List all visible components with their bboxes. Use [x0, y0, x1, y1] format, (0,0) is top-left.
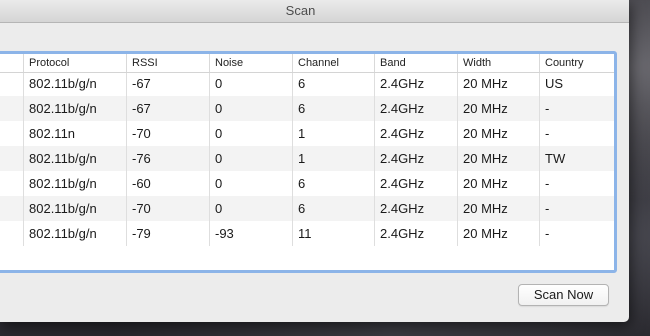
table-cell-channel: 6 [293, 196, 375, 221]
table-cell-country: - [540, 196, 614, 221]
table-cell-band: 2.4GHz [375, 221, 458, 246]
table-header: Protocol RSSI Noise Channel Band Width Country [0, 54, 614, 73]
table-cell-hidden [0, 196, 24, 221]
table-cell-hidden [0, 96, 24, 121]
table-cell-rssi: -70 [127, 121, 210, 146]
table-cell-country: - [540, 121, 614, 146]
table-cell-rssi: -76 [127, 146, 210, 171]
table-cell-hidden [0, 171, 24, 196]
table-cell-country: - [540, 96, 614, 121]
table-cell-hidden [0, 146, 24, 171]
table-cell-width: 20 MHz [458, 221, 540, 246]
table-cell-band: 2.4GHz [375, 96, 458, 121]
table-cell-hidden [0, 71, 24, 96]
table-row[interactable]: 802.11b/g/n -60 0 6 2.4GHz 20 MHz - [0, 171, 614, 196]
table-row[interactable]: 802.11b/g/n -76 0 1 2.4GHz 20 MHz TW [0, 146, 614, 171]
scan-now-button[interactable]: Scan Now [518, 284, 609, 306]
table-cell-noise: 0 [210, 196, 293, 221]
table-row[interactable]: 802.11n -70 0 1 2.4GHz 20 MHz - [0, 121, 614, 146]
table-cell-rssi: -79 [127, 221, 210, 246]
table-cell-protocol: 802.11b/g/n [24, 221, 127, 246]
column-header-band[interactable]: Band [375, 54, 458, 72]
table-cell-rssi: -70 [127, 196, 210, 221]
table-cell-width: 20 MHz [458, 121, 540, 146]
table-row[interactable]: 802.11b/g/n -67 0 6 2.4GHz 20 MHz US [0, 71, 614, 96]
column-header-country[interactable]: Country [540, 54, 614, 72]
table-cell-channel: 6 [293, 71, 375, 96]
table-cell-band: 2.4GHz [375, 171, 458, 196]
table-cell-noise: 0 [210, 71, 293, 96]
window-titlebar[interactable]: Scan [0, 0, 629, 23]
table-cell-country: - [540, 171, 614, 196]
table-cell-protocol: 802.11b/g/n [24, 71, 127, 96]
column-header-hidden [0, 54, 24, 72]
table-cell-width: 20 MHz [458, 196, 540, 221]
table-cell-country: TW [540, 146, 614, 171]
table-cell-noise: -93 [210, 221, 293, 246]
table-cell-width: 20 MHz [458, 146, 540, 171]
table-cell-protocol: 802.11b/g/n [24, 171, 127, 196]
column-header-noise[interactable]: Noise [210, 54, 293, 72]
table-cell-rssi: -60 [127, 171, 210, 196]
table-cell-channel: 11 [293, 221, 375, 246]
table-cell-width: 20 MHz [458, 96, 540, 121]
column-header-rssi[interactable]: RSSI [127, 54, 210, 72]
table-cell-protocol: 802.11n [24, 121, 127, 146]
table-cell-noise: 0 [210, 146, 293, 171]
table-cell-protocol: 802.11b/g/n [24, 96, 127, 121]
table-cell-channel: 1 [293, 121, 375, 146]
window-title: Scan [285, 3, 316, 18]
table-cell-channel: 6 [293, 96, 375, 121]
scan-results-table[interactable]: Protocol RSSI Noise Channel Band Width Country… [0, 51, 617, 273]
column-header-width[interactable]: Width [458, 54, 540, 72]
table-cell-noise: 0 [210, 96, 293, 121]
table-cell-hidden [0, 221, 24, 246]
table-cell-country: - [540, 221, 614, 246]
table-cell-channel: 6 [293, 171, 375, 196]
table-cell-country: US [540, 71, 614, 96]
table-cell-noise: 0 [210, 121, 293, 146]
table-cell-hidden [0, 121, 24, 146]
table-row[interactable]: 802.11b/g/n -67 0 6 2.4GHz 20 MHz - [0, 96, 614, 121]
table-row[interactable]: 802.11b/g/n -79 -93 11 2.4GHz 20 MHz - [0, 221, 614, 246]
table-cell-protocol: 802.11b/g/n [24, 146, 127, 171]
table-cell-band: 2.4GHz [375, 71, 458, 96]
table-cell-band: 2.4GHz [375, 121, 458, 146]
column-header-channel[interactable]: Channel [293, 54, 375, 72]
table-cell-channel: 1 [293, 146, 375, 171]
table-cell-rssi: -67 [127, 71, 210, 96]
table-cell-rssi: -67 [127, 96, 210, 121]
column-header-protocol[interactable]: Protocol [24, 54, 127, 72]
table-cell-width: 20 MHz [458, 171, 540, 196]
table-cell-width: 20 MHz [458, 71, 540, 96]
table-cell-protocol: 802.11b/g/n [24, 196, 127, 221]
table-cell-band: 2.4GHz [375, 146, 458, 171]
table-cell-noise: 0 [210, 171, 293, 196]
table-cell-band: 2.4GHz [375, 196, 458, 221]
table-row[interactable]: 802.11b/g/n -70 0 6 2.4GHz 20 MHz - [0, 196, 614, 221]
scan-window: Scan Protocol RSSI Noise Channel Band Width Co… [0, 0, 629, 322]
